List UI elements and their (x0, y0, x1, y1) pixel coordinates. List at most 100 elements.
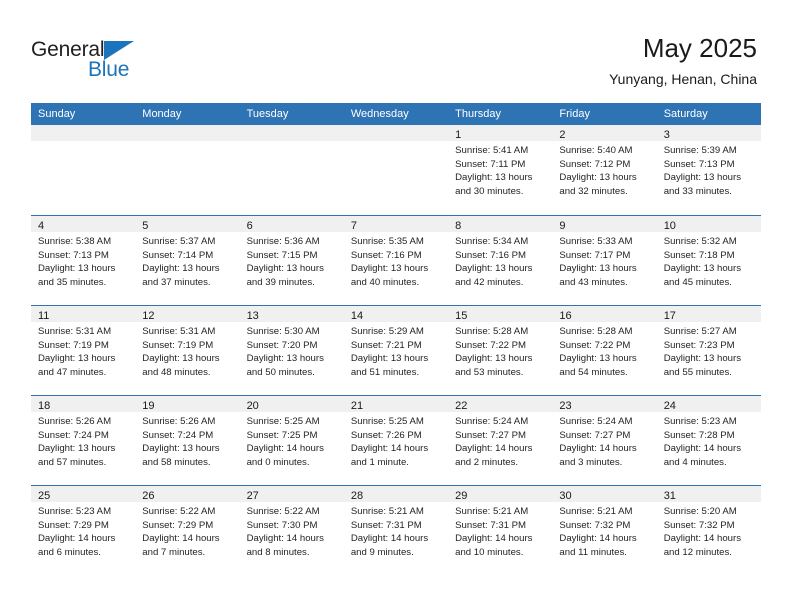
day-details: Sunrise: 5:26 AM Sunset: 7:24 PM Daylight:… (135, 412, 239, 469)
day-cell[interactable]: 24 Sunrise: 5:23 AM Sunset: 7:28 PM Dayligh… (656, 396, 761, 485)
day-details: Sunrise: 5:39 AM Sunset: 7:13 PM Daylight:… (657, 141, 761, 198)
day-details: Sunrise: 5:37 AM Sunset: 7:14 PM Daylight:… (135, 232, 239, 289)
day-cell[interactable]: 29 Sunrise: 5:21 AM Sunset: 7:31 PM Dayligh… (448, 486, 553, 575)
sunrise-text: Sunrise: 5:23 AM (38, 506, 112, 517)
day-cell[interactable]: 15 Sunrise: 5:28 AM Sunset: 7:22 PM Dayligh… (448, 306, 553, 395)
day-cell[interactable]: 30 Sunrise: 5:21 AM Sunset: 7:32 PM Dayligh… (552, 486, 657, 575)
day-number-band: 26 (135, 486, 240, 502)
day-number-band: 1 (448, 125, 553, 141)
sunrise-text: Sunrise: 5:27 AM (663, 326, 737, 337)
sunset-text: Sunset: 7:19 PM (38, 339, 109, 351)
weekday-friday: Friday (559, 108, 590, 120)
day-number: 28 (350, 490, 364, 502)
day-cell[interactable]: 31 Sunrise: 5:20 AM Sunset: 7:32 PM Dayligh… (656, 486, 761, 575)
daylight-text-line2: and 39 minutes. (246, 276, 315, 288)
day-number-band (343, 125, 449, 141)
day-number: 14 (350, 310, 364, 322)
daylight-text-line2: and 43 minutes. (559, 276, 628, 288)
day-cell[interactable]: 16 Sunrise: 5:28 AM Sunset: 7:22 PM Dayligh… (552, 306, 657, 395)
week-row: 11 Sunrise: 5:31 AM Sunset: 7:19 PM Dayligh… (31, 305, 761, 395)
day-number: 29 (455, 490, 468, 502)
day-number-band: 14 (343, 306, 449, 322)
sunset-text: Sunset: 7:12 PM (559, 158, 631, 170)
sunset-text: Sunset: 7:18 PM (663, 249, 735, 261)
sunset-text: Sunset: 7:15 PM (246, 249, 318, 261)
daylight-text-line2: and 6 minutes. (38, 546, 101, 558)
sunrise-text: Sunrise: 5:34 AM (455, 236, 529, 247)
week-row: 4 Sunrise: 5:38 AM Sunset: 7:13 PM Daylight… (31, 215, 761, 305)
weekday-tuesday: Tuesday (246, 108, 289, 120)
day-cell[interactable]: 19 Sunrise: 5:26 AM Sunset: 7:24 PM Dayligh… (135, 396, 240, 485)
day-number-band: 27 (239, 486, 344, 502)
title-block: May 2025 Yunyang, Henan, China (609, 33, 757, 88)
sunset-text: Sunset: 7:16 PM (455, 249, 527, 261)
weekday-thursday: Thursday (455, 108, 501, 120)
sunrise-text: Sunrise: 5:22 AM (142, 506, 216, 517)
day-cell[interactable]: 1 Sunrise: 5:41 AM Sunset: 7:11 PM Daylight… (448, 125, 553, 215)
sunset-text: Sunset: 7:30 PM (246, 519, 318, 531)
day-cell[interactable]: 17 Sunrise: 5:27 AM Sunset: 7:23 PM Dayligh… (656, 306, 761, 395)
day-cell[interactable]: 12 Sunrise: 5:31 AM Sunset: 7:19 PM Dayligh… (135, 306, 240, 395)
daylight-text-line2: and 58 minutes. (142, 456, 211, 468)
daylight-text-line2: and 1 minute. (350, 456, 409, 468)
weekday-saturday: Saturday (663, 108, 708, 120)
day-number: 27 (246, 490, 259, 502)
daylight-text-line1: Daylight: 13 hours (559, 263, 637, 275)
sunrise-text: Sunrise: 5:40 AM (559, 145, 633, 156)
day-cell[interactable]: 6 Sunrise: 5:36 AM Sunset: 7:15 PM Daylight… (239, 216, 344, 305)
day-details: Sunrise: 5:30 AM Sunset: 7:20 PM Daylight:… (240, 322, 344, 379)
daylight-text-line1: Daylight: 13 hours (246, 353, 324, 365)
day-cell[interactable]: 5 Sunrise: 5:37 AM Sunset: 7:14 PM Daylight… (135, 216, 240, 305)
sunrise-text: Sunrise: 5:30 AM (246, 326, 320, 337)
day-number: 24 (663, 400, 676, 412)
weekday-wednesday: Wednesday (350, 108, 409, 120)
day-cell[interactable]: 21 Sunrise: 5:25 AM Sunset: 7:26 PM Dayligh… (343, 396, 449, 485)
day-cell[interactable]: 28 Sunrise: 5:21 AM Sunset: 7:31 PM Dayligh… (343, 486, 449, 575)
day-cell[interactable]: 27 Sunrise: 5:22 AM Sunset: 7:30 PM Dayligh… (239, 486, 344, 575)
calendar-grid: Sunday Monday Tuesday Wednesday Thursday… (31, 103, 761, 575)
day-number-band: 25 (31, 486, 136, 502)
sunset-text: Sunset: 7:26 PM (350, 429, 422, 441)
day-cell[interactable]: 18 Sunrise: 5:26 AM Sunset: 7:24 PM Dayligh… (31, 396, 136, 485)
day-number: 11 (38, 310, 50, 322)
weeks-container: 1 Sunrise: 5:41 AM Sunset: 7:11 PM Daylight… (31, 125, 761, 575)
day-cell[interactable]: 8 Sunrise: 5:34 AM Sunset: 7:16 PM Daylight… (448, 216, 553, 305)
daylight-text-line1: Daylight: 13 hours (663, 263, 742, 275)
sunset-text: Sunset: 7:13 PM (38, 249, 109, 261)
day-number-band: 11 (31, 306, 136, 322)
sunrise-text: Sunrise: 5:33 AM (559, 236, 633, 247)
day-cell[interactable]: 20 Sunrise: 5:25 AM Sunset: 7:25 PM Dayligh… (239, 396, 344, 485)
day-details: Sunrise: 5:22 AM Sunset: 7:29 PM Daylight:… (135, 502, 239, 559)
day-cell[interactable]: 10 Sunrise: 5:32 AM Sunset: 7:18 PM Dayligh… (656, 216, 761, 305)
daylight-text-line1: Daylight: 13 hours (455, 263, 533, 275)
calendar-page: General Blue May 2025 Yunyang, Henan, Ch… (0, 0, 792, 612)
day-cell[interactable]: 3 Sunrise: 5:39 AM Sunset: 7:13 PM Daylight… (656, 125, 761, 215)
daylight-text-line1: Daylight: 13 hours (142, 353, 220, 365)
sunrise-text: Sunrise: 5:21 AM (559, 506, 633, 517)
day-cell[interactable]: 23 Sunrise: 5:24 AM Sunset: 7:27 PM Dayligh… (552, 396, 657, 485)
day-number: 2 (559, 129, 566, 141)
day-cell[interactable]: 11 Sunrise: 5:31 AM Sunset: 7:19 PM Dayligh… (31, 306, 136, 395)
day-cell[interactable]: 2 Sunrise: 5:40 AM Sunset: 7:12 PM Daylight… (552, 125, 657, 215)
sunrise-text: Sunrise: 5:23 AM (663, 416, 737, 427)
day-number: 26 (142, 490, 155, 502)
daylight-text-line1: Daylight: 14 hours (559, 443, 637, 455)
day-number: 23 (559, 400, 572, 412)
day-cell[interactable]: 4 Sunrise: 5:38 AM Sunset: 7:13 PM Daylight… (31, 216, 136, 305)
sunrise-text: Sunrise: 5:25 AM (246, 416, 320, 427)
day-details: Sunrise: 5:28 AM Sunset: 7:22 PM Daylight:… (448, 322, 552, 379)
day-cell[interactable]: 22 Sunrise: 5:24 AM Sunset: 7:27 PM Dayligh… (448, 396, 553, 485)
day-cell[interactable]: 13 Sunrise: 5:30 AM Sunset: 7:20 PM Dayligh… (239, 306, 344, 395)
day-details: Sunrise: 5:40 AM Sunset: 7:12 PM Daylight:… (552, 141, 656, 198)
day-number: 9 (559, 220, 566, 232)
day-details: Sunrise: 5:35 AM Sunset: 7:16 PM Daylight:… (344, 232, 448, 289)
daylight-text-line1: Daylight: 14 hours (38, 533, 116, 545)
day-cell[interactable]: 9 Sunrise: 5:33 AM Sunset: 7:17 PM Daylight… (552, 216, 657, 305)
day-cell[interactable]: 14 Sunrise: 5:29 AM Sunset: 7:21 PM Dayligh… (343, 306, 449, 395)
day-cell[interactable]: 26 Sunrise: 5:22 AM Sunset: 7:29 PM Dayligh… (135, 486, 240, 575)
sunset-text: Sunset: 7:27 PM (559, 429, 631, 441)
sunset-text: Sunset: 7:21 PM (350, 339, 422, 351)
daylight-text-line2: and 47 minutes. (38, 366, 107, 378)
day-cell[interactable]: 7 Sunrise: 5:35 AM Sunset: 7:16 PM Daylight… (343, 216, 449, 305)
day-cell[interactable]: 25 Sunrise: 5:23 AM Sunset: 7:29 PM Dayligh… (31, 486, 136, 575)
